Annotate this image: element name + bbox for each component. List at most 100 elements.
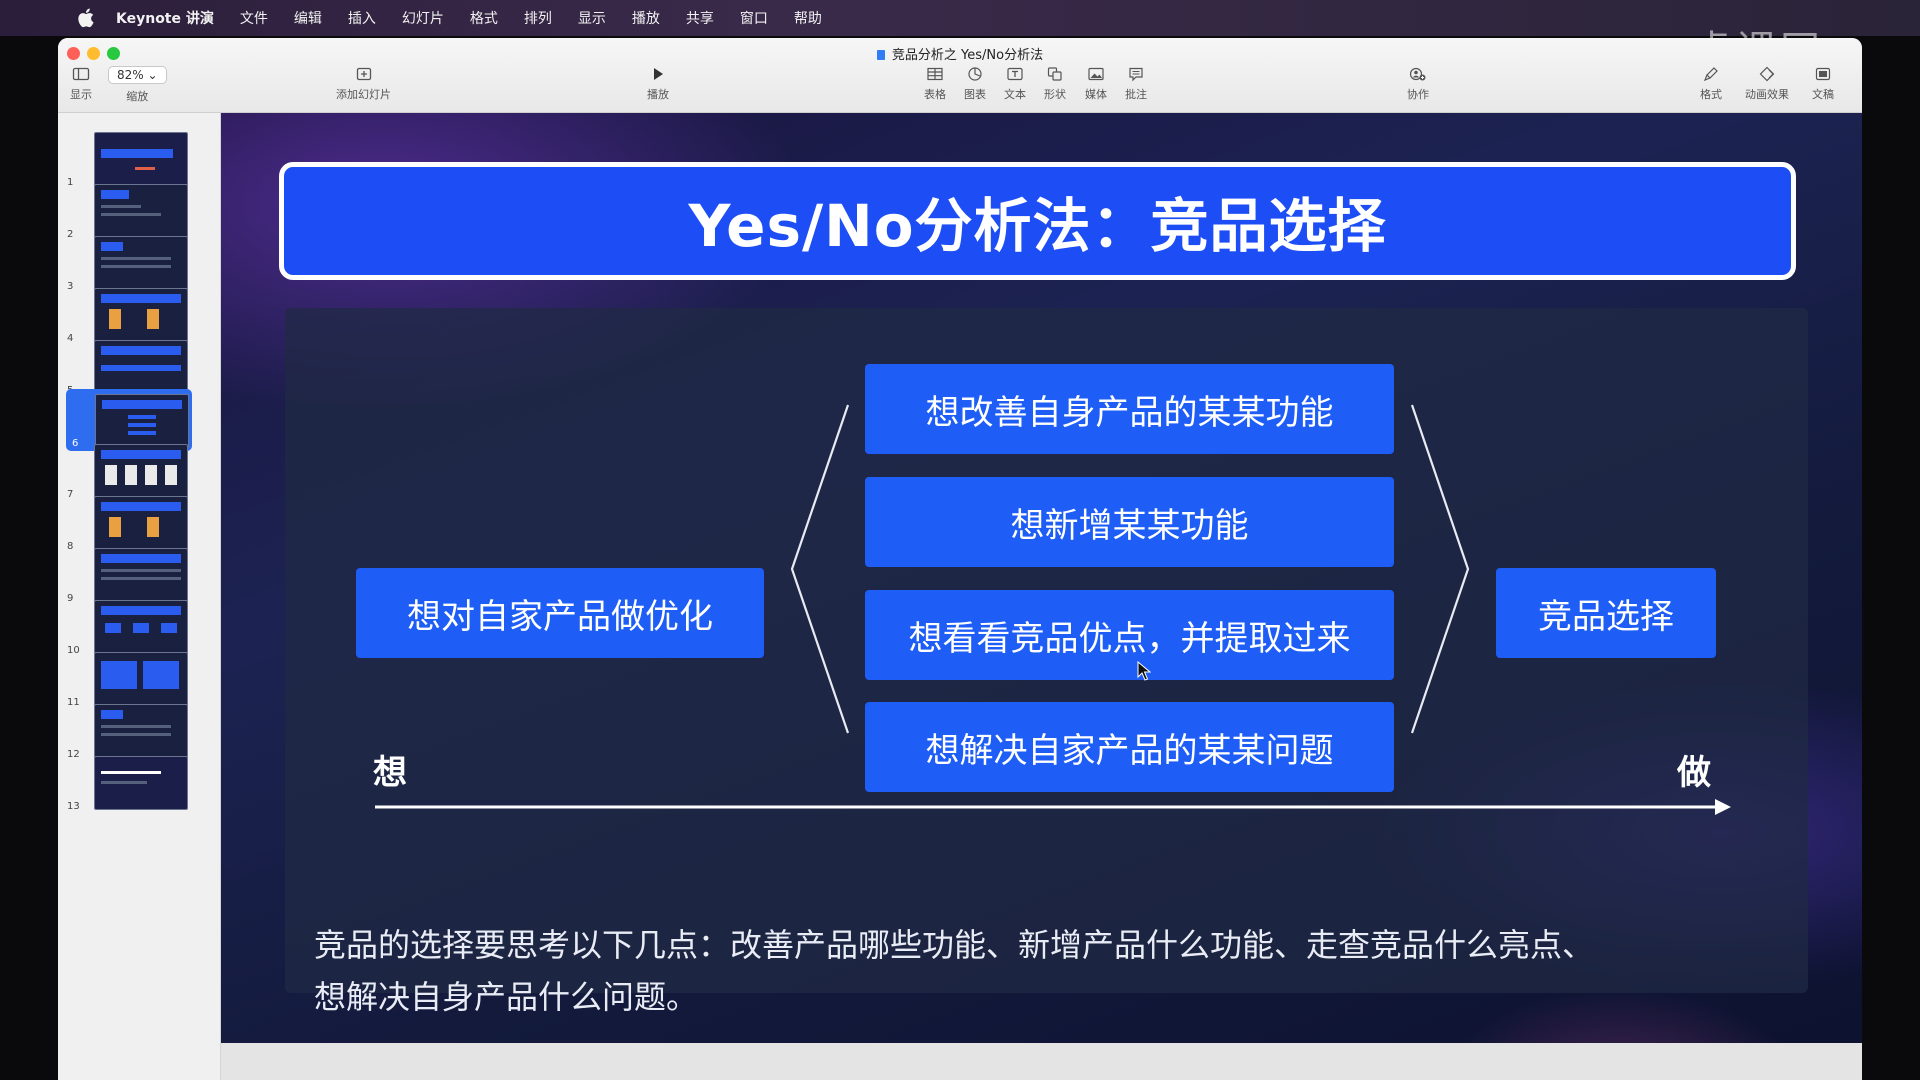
slide-thumbnail-2[interactable]: 2 — [58, 182, 220, 240]
option-add-feature-box[interactable]: 想新增某某功能 — [865, 477, 1394, 567]
play-label: 播放 — [647, 88, 669, 101]
axis-arrow-head — [1715, 799, 1731, 815]
table-icon — [927, 67, 943, 81]
slide-thumbnail-8[interactable]: 8 — [58, 494, 220, 552]
slide-preview — [94, 652, 188, 706]
chart-button[interactable]: 图表 — [964, 66, 986, 102]
toolbar: 竞品分析之 Yes/No分析法 显示 82% ⌄ 缩放 添加幻灯片 播放 表格 … — [58, 38, 1862, 113]
zoom-select[interactable]: 82% ⌄ — [108, 66, 167, 84]
menu-insert[interactable]: 插入 — [348, 8, 376, 28]
slide-thumbnail-3[interactable]: 3 — [58, 234, 220, 292]
summary-line-2: 想解决自身产品什么问题。 — [314, 978, 699, 1016]
table-label: 表格 — [924, 88, 946, 101]
summary-text[interactable]: 竞品的选择要思考以下几点：改善产品哪些功能、新增产品什么功能、走查竞品什么亮点、… — [314, 919, 1754, 1023]
menu-share[interactable]: 共享 — [686, 8, 714, 28]
slide-thumbnail-7[interactable]: 7 — [58, 442, 220, 500]
axis-end-label[interactable]: 做 — [1677, 745, 1711, 794]
slide-thumbnail-10[interactable]: 10 — [58, 598, 220, 656]
sidebar-view-icon — [72, 67, 90, 81]
document-label: 文稿 — [1812, 88, 1834, 101]
document-title: 竞品分析之 Yes/No分析法 — [58, 44, 1862, 63]
slide-thumbnail-4[interactable]: 4 — [58, 286, 220, 344]
slide-thumbnail-11[interactable]: 11 — [58, 650, 220, 708]
menu-view[interactable]: 显示 — [578, 8, 606, 28]
comment-icon — [1129, 67, 1143, 82]
zoom-control[interactable]: 82% ⌄ 缩放 — [108, 66, 167, 104]
collaborate-button[interactable]: 协作 — [1407, 66, 1429, 102]
slide-preview — [94, 704, 188, 758]
paintbrush-icon — [1703, 67, 1718, 82]
comment-label: 批注 — [1125, 88, 1147, 101]
text-box-icon — [1007, 67, 1023, 81]
menu-bar: Keynote 讲演 文件 编辑 插入 幻灯片 格式 排列 显示 播放 共享 窗… — [0, 0, 1920, 36]
menu-app-name[interactable]: Keynote 讲演 — [116, 8, 214, 28]
axis-start-label[interactable]: 想 — [373, 745, 407, 794]
shape-icon — [1047, 67, 1062, 81]
menu-edit[interactable]: 编辑 — [294, 8, 322, 28]
slide-thumbnail-12[interactable]: 12 — [58, 702, 220, 760]
slide-preview — [94, 132, 188, 186]
view-label: 显示 — [70, 88, 92, 101]
document-title-text: 竞品分析之 Yes/No分析法 — [891, 48, 1044, 63]
competitor-selection-box[interactable]: 竞品选择 — [1496, 568, 1716, 658]
slide-canvas[interactable]: Yes/No分析法：竞品选择 想对自家产品做优化 想改善自身产品的某某功能 想新… — [221, 113, 1862, 1043]
media-label: 媒体 — [1085, 88, 1107, 101]
mouse-cursor-icon — [1137, 661, 1151, 681]
slide-preview — [94, 236, 188, 290]
slide-thumbnail-5[interactable]: 5 — [58, 338, 220, 396]
shape-button[interactable]: 形状 — [1044, 66, 1066, 102]
option-learn-competitor-box[interactable]: 想看看竞品优点，并提取过来 — [865, 590, 1394, 680]
slide-preview — [94, 288, 188, 342]
document-button[interactable]: 文稿 — [1812, 66, 1834, 102]
add-slide-label: 添加幻灯片 — [336, 88, 391, 101]
zoom-value: 82% — [117, 68, 144, 82]
format-button[interactable]: 格式 — [1700, 66, 1722, 102]
canvas-footer — [221, 1043, 1862, 1080]
apple-icon[interactable] — [76, 7, 98, 29]
slide-preview — [95, 394, 189, 448]
slide-preview — [94, 444, 188, 498]
optimize-own-product-box[interactable]: 想对自家产品做优化 — [356, 568, 764, 658]
collaborate-label: 协作 — [1407, 88, 1429, 101]
animate-label: 动画效果 — [1745, 88, 1789, 101]
slide-thumbnail-9[interactable]: 9 — [58, 546, 220, 604]
view-button[interactable]: 显示 — [70, 66, 92, 102]
menu-slide[interactable]: 幻灯片 — [402, 8, 444, 28]
shape-label: 形状 — [1044, 88, 1066, 101]
option-improve-feature-box[interactable]: 想改善自身产品的某某功能 — [865, 364, 1394, 454]
slide-preview — [94, 756, 188, 810]
chart-label: 图表 — [964, 88, 986, 101]
menu-file[interactable]: 文件 — [240, 8, 268, 28]
summary-line-1: 竞品的选择要思考以下几点：改善产品哪些功能、新增产品什么功能、走查竞品什么亮点、 — [314, 926, 1595, 964]
zoom-label: 缩放 — [126, 90, 149, 103]
add-slide-button[interactable]: 添加幻灯片 — [336, 66, 391, 102]
menu-window[interactable]: 窗口 — [740, 8, 768, 28]
document-panel-icon — [1815, 67, 1831, 81]
animate-button[interactable]: 动画效果 — [1745, 66, 1789, 102]
play-button[interactable]: 播放 — [647, 66, 669, 102]
table-button[interactable]: 表格 — [924, 66, 946, 102]
menu-help[interactable]: 帮助 — [794, 8, 822, 28]
text-button[interactable]: 文本 — [1004, 66, 1026, 102]
slide-preview — [94, 184, 188, 238]
media-button[interactable]: 媒体 — [1085, 66, 1107, 102]
keynote-window: 竞品分析之 Yes/No分析法 显示 82% ⌄ 缩放 添加幻灯片 播放 表格 … — [58, 38, 1862, 1080]
slide-thumbnail-1[interactable]: 1 — [58, 130, 220, 188]
text-label: 文本 — [1004, 88, 1026, 101]
slide-preview — [94, 340, 188, 394]
menu-play[interactable]: 播放 — [632, 8, 660, 28]
slide-preview — [94, 548, 188, 602]
add-slide-icon — [356, 67, 371, 81]
slide-preview — [94, 496, 188, 550]
menu-arrange[interactable]: 排列 — [524, 8, 552, 28]
media-icon — [1088, 67, 1104, 81]
menu-format[interactable]: 格式 — [470, 8, 498, 28]
slide-navigator: 1 2 3 4 5 6 7 8 — [58, 113, 220, 1080]
left-bracket-line — [790, 404, 850, 734]
comment-button[interactable]: 批注 — [1125, 66, 1147, 102]
slide-preview — [94, 600, 188, 654]
chevron-down-icon: ⌄ — [147, 68, 158, 82]
option-solve-problem-box[interactable]: 想解决自家产品的某某问题 — [865, 702, 1394, 792]
slide-thumbnail-13[interactable]: 13 — [58, 754, 220, 812]
right-bracket-line — [1410, 404, 1470, 734]
